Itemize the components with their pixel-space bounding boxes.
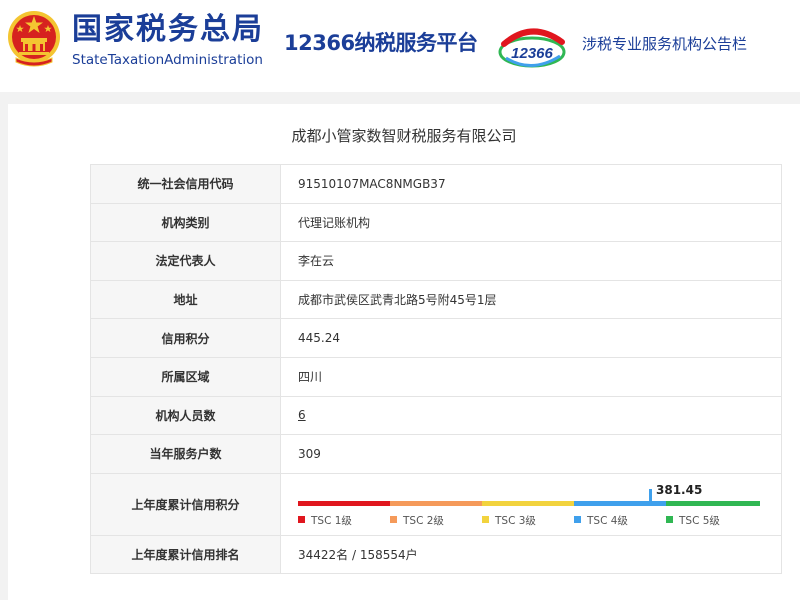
legend-label: TSC 1级 xyxy=(311,515,352,528)
row-label: 法定代表人 xyxy=(90,241,281,281)
legend-item-2: TSC 2级 xyxy=(390,515,444,527)
table-row: 地址 成都市武侯区武青北路5号附45号1层 xyxy=(90,279,782,320)
legend-label: TSC 4级 xyxy=(587,515,628,528)
row-label: 当年服务户数 xyxy=(90,434,281,474)
logo-number: 12366 xyxy=(511,45,553,62)
site-header: 国家税务总局 StateTaxationAdministration 12366… xyxy=(0,0,800,92)
legal-rep-value: 李在云 xyxy=(280,241,782,281)
table-row: 机构人员数 6 xyxy=(90,395,782,436)
row-label: 机构类别 xyxy=(90,202,281,243)
credit-rank-value: 34422名 / 158554户 xyxy=(280,534,782,575)
table-row: 法定代表人 李在云 xyxy=(90,241,782,281)
row-label: 所属区域 xyxy=(90,356,281,397)
legend-swatch xyxy=(298,516,305,524)
table-row: 机构类别 代理记账机构 xyxy=(90,202,782,243)
brand-logo[interactable]: 国家税务总局 StateTaxationAdministration xyxy=(72,12,264,68)
row-label: 上年度累计信用排名 xyxy=(90,534,281,575)
table-row: 上年度累计信用积分 381.45 TSC 1级 TSC 2级 TSC 3级 TS… xyxy=(90,472,782,536)
staff-count-link[interactable]: 6 xyxy=(298,408,306,422)
row-label: 上年度累计信用积分 xyxy=(90,472,281,536)
legend-swatch xyxy=(482,516,489,524)
level-segment-5 xyxy=(666,501,760,507)
staff-count-cell: 6 xyxy=(280,395,782,436)
legend-swatch xyxy=(666,516,673,524)
legend-swatch xyxy=(390,516,397,524)
legend-item-1: TSC 1级 xyxy=(298,515,352,527)
company-info-table: 统一社会信用代码 91510107MAC8NMGB37 机构类别 代理记账机构 … xyxy=(90,164,782,575)
level-segment-3 xyxy=(482,501,574,507)
credit-code-value: 91510107MAC8NMGB37 xyxy=(280,164,782,204)
brand-name-cn: 国家税务总局 xyxy=(72,12,264,47)
score-label: 381.45 xyxy=(656,483,703,498)
legend-label: TSC 3级 xyxy=(495,515,536,528)
row-label: 信用积分 xyxy=(90,318,281,358)
legend-item-5: TSC 5级 xyxy=(666,515,720,527)
legend-label: TSC 2级 xyxy=(403,515,444,528)
main-panel: 成都小管家数智财税服务有限公司 统一社会信用代码 91510107MAC8NMG… xyxy=(8,104,800,600)
level-segment-1 xyxy=(298,501,390,507)
address-value: 成都市武侯区武青北路5号附45号1层 xyxy=(280,279,782,320)
region-value: 四川 xyxy=(280,356,782,397)
credit-bar-cell: 381.45 TSC 1级 TSC 2级 TSC 3级 TSC 4级 TSC 5… xyxy=(280,472,782,536)
legend-label: TSC 5级 xyxy=(679,515,720,528)
company-name: 成都小管家数智财税服务有限公司 xyxy=(291,127,517,145)
credit-score-value: 445.24 xyxy=(280,318,782,358)
row-label: 地址 xyxy=(90,279,281,320)
legend-swatch xyxy=(574,516,581,524)
table-row: 信用积分 445.24 xyxy=(90,318,782,358)
credit-level-bar: 381.45 TSC 1级 TSC 2级 TSC 3级 TSC 4级 TSC 5… xyxy=(298,479,760,529)
row-label: 机构人员数 xyxy=(90,395,281,436)
level-segment-4 xyxy=(574,501,666,507)
platform-title[interactable]: 12366纳税服务平台 xyxy=(284,28,478,58)
score-marker xyxy=(649,489,652,502)
hotline-12366-logo: 12366 xyxy=(498,28,566,68)
table-row: 上年度累计信用排名 34422名 / 158554户 xyxy=(90,534,782,575)
table-row: 当年服务户数 309 xyxy=(90,434,782,474)
row-label: 统一社会信用代码 xyxy=(90,164,281,204)
legend-item-4: TSC 4级 xyxy=(574,515,628,527)
table-row: 所属区域 四川 xyxy=(90,356,782,397)
brand-name-en: StateTaxationAdministration xyxy=(72,52,263,68)
clients-count-value: 309 xyxy=(280,434,782,474)
national-emblem-icon xyxy=(8,11,60,67)
bulletin-title: 涉税专业服务机构公告栏 xyxy=(582,35,748,53)
legend-item-3: TSC 3级 xyxy=(482,515,536,527)
table-row: 统一社会信用代码 91510107MAC8NMGB37 xyxy=(90,164,782,204)
org-type-value: 代理记账机构 xyxy=(280,202,782,243)
level-segment-2 xyxy=(390,501,482,507)
